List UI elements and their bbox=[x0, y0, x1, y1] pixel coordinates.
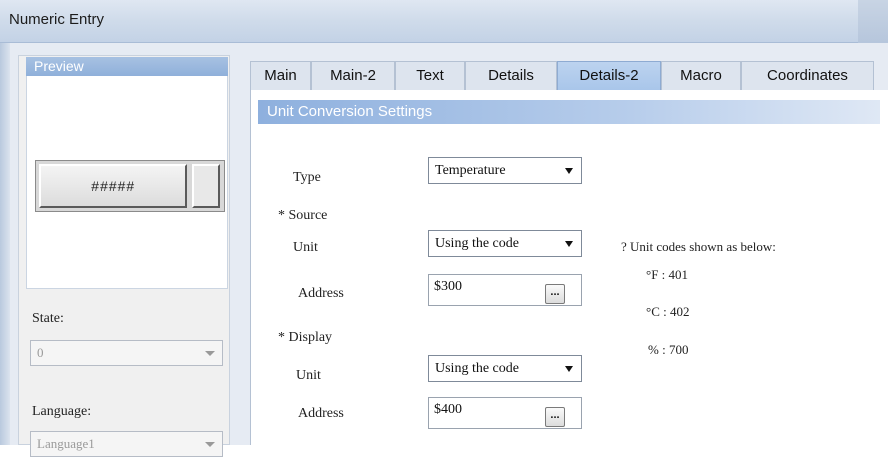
display-address-value: $400 bbox=[434, 402, 462, 417]
display-address-browse-button[interactable]: ... bbox=[545, 407, 565, 427]
title-bar: Numeric Entry bbox=[0, 0, 888, 43]
type-label: Type bbox=[293, 170, 321, 185]
state-label: State: bbox=[32, 311, 64, 326]
source-unit-value: Using the code bbox=[435, 236, 519, 251]
tab-main-2[interactable]: Main-2 bbox=[311, 61, 395, 90]
tab-macro[interactable]: Macro bbox=[661, 61, 741, 90]
window-title: Numeric Entry bbox=[9, 11, 105, 28]
type-select[interactable]: Temperature bbox=[428, 157, 582, 184]
display-unit-value: Using the code bbox=[435, 361, 519, 376]
display-unit-label: Unit bbox=[296, 368, 321, 383]
chevron-down-icon bbox=[565, 168, 573, 174]
unit-code-fahrenheit: °F : 401 bbox=[646, 267, 689, 282]
language-label: Language: bbox=[32, 404, 92, 419]
title-bar-right-edge bbox=[858, 0, 888, 43]
state-select-value: 0 bbox=[37, 345, 44, 360]
tab-details-2[interactable]: Details-2 bbox=[557, 61, 661, 90]
source-address-browse-button[interactable]: ... bbox=[545, 284, 565, 304]
chevron-down-icon bbox=[565, 241, 573, 247]
unit-conversion-header: Unit Conversion Settings bbox=[258, 100, 880, 124]
tab-details[interactable]: Details bbox=[465, 61, 557, 90]
display-section-label: * Display bbox=[278, 330, 333, 345]
source-section-label: * Source bbox=[278, 208, 328, 223]
preview-value: ##### bbox=[39, 164, 187, 208]
tab-content-details-2 bbox=[250, 90, 888, 445]
preview-header: Preview bbox=[26, 57, 228, 76]
unit-codes-note: ? Unit codes shown as below: bbox=[621, 239, 776, 254]
unit-code-celsius: °C : 402 bbox=[646, 304, 690, 319]
display-unit-select[interactable]: Using the code bbox=[428, 355, 582, 382]
window-left-edge bbox=[0, 43, 10, 445]
source-address-value: $300 bbox=[434, 279, 462, 294]
state-select[interactable]: 0 bbox=[30, 340, 223, 366]
chevron-down-icon bbox=[205, 351, 215, 356]
type-select-value: Temperature bbox=[435, 163, 506, 178]
display-address-label: Address bbox=[298, 406, 344, 421]
chevron-down-icon bbox=[565, 366, 573, 372]
language-select-value: Language1 bbox=[37, 436, 95, 451]
preview-numeric-entry: ##### bbox=[35, 160, 225, 212]
source-address-label: Address bbox=[298, 286, 344, 301]
language-select[interactable]: Language1 bbox=[30, 431, 223, 457]
preview-side-button bbox=[192, 164, 220, 208]
source-unit-label: Unit bbox=[293, 240, 318, 255]
unit-code-percent: % : 700 bbox=[648, 342, 689, 357]
tab-coordinates[interactable]: Coordinates bbox=[741, 61, 874, 90]
tab-text[interactable]: Text bbox=[395, 61, 465, 90]
tab-main[interactable]: Main bbox=[250, 61, 311, 90]
source-unit-select[interactable]: Using the code bbox=[428, 230, 582, 257]
